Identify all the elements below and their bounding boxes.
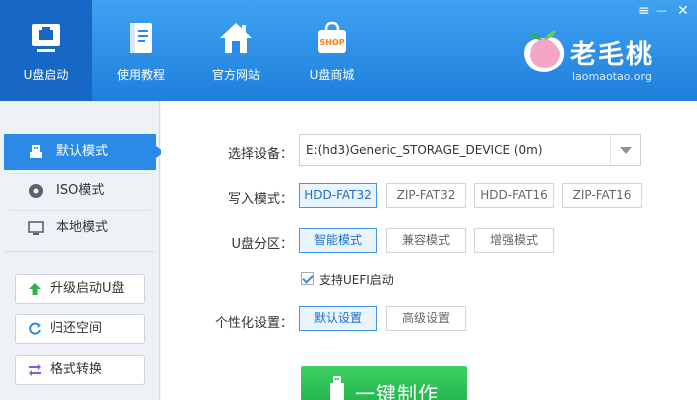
nav-label: U盘启动 <box>23 68 69 82</box>
main-panel: 选择设备： E:(hd3)Generic_STORAGE_DEVICE (0m)… <box>161 101 697 400</box>
brand-url: laomaotao.org <box>572 70 652 83</box>
usb-drive-icon <box>32 24 60 52</box>
convert-icon <box>29 364 41 376</box>
book-icon <box>130 23 152 53</box>
one-click-make-button[interactable]: 一键制作 <box>301 366 467 400</box>
device-value: E:(hd3)Generic_STORAGE_DEVICE (0m) <box>306 143 543 157</box>
mode-iso[interactable]: ISO模式 <box>4 173 156 209</box>
menu-icon[interactable]: ≡ <box>638 4 650 18</box>
partition-enhanced[interactable]: 增强模式 <box>474 228 554 253</box>
write-mode-label: 写入模式： <box>227 192 293 207</box>
mode-default[interactable]: 默认模式 <box>4 134 164 170</box>
minimize-icon[interactable]: — <box>656 4 667 18</box>
restore-space-button[interactable]: 归还空间 <box>15 314 145 344</box>
upgrade-arrow-icon <box>29 283 41 295</box>
close-icon[interactable]: ✕ <box>677 4 689 18</box>
monitor-icon <box>28 221 44 235</box>
refresh-icon <box>29 322 41 335</box>
shop-badge: SHOP <box>319 38 344 47</box>
device-select[interactable]: E:(hd3)Generic_STORAGE_DEVICE (0m) <box>299 134 641 166</box>
sidebar: 默认模式 ISO模式 本地模式 升级启动U盘 归还空间 格式转换 <box>0 101 164 400</box>
peach-logo-icon <box>524 30 565 72</box>
mode-label: 本地模式 <box>56 220 109 235</box>
home-icon <box>220 23 252 53</box>
nav-website[interactable]: 官方网站 <box>190 0 282 101</box>
partition-smart[interactable]: 智能模式 <box>299 228 377 253</box>
nav-shop[interactable]: SHOP U盘商城 <box>286 0 378 101</box>
device-label: 选择设备： <box>227 147 293 162</box>
mode-local[interactable]: 本地模式 <box>4 210 156 246</box>
upgrade-usb-button[interactable]: 升级启动U盘 <box>15 274 145 304</box>
chevron-down-icon[interactable] <box>610 135 640 165</box>
write-mode-hdd-fat32[interactable]: HDD-FAT32 <box>299 183 377 208</box>
usb-small-icon <box>30 145 42 158</box>
personalize-label: 个性化设置： <box>214 316 293 331</box>
tool-label: 归还空间 <box>50 321 103 336</box>
write-mode-zip-fat16[interactable]: ZIP-FAT16 <box>562 183 642 208</box>
tool-label: 升级启动U盘 <box>50 281 125 296</box>
format-convert-button[interactable]: 格式转换 <box>15 355 145 385</box>
write-mode-hdd-fat16[interactable]: HDD-FAT16 <box>474 183 554 208</box>
nav-label: 使用教程 <box>116 68 165 82</box>
top-header: U盘启动 使用教程 官方网站 SHOP U盘商城 ≡ — ✕ 老毛桃 laoma… <box>0 0 697 101</box>
settings-advanced[interactable]: 高级设置 <box>386 306 466 331</box>
uefi-label: 支持UEFI启动 <box>319 273 394 287</box>
uefi-checkbox[interactable] <box>301 272 314 285</box>
brand-name: 老毛桃 <box>570 40 655 70</box>
mode-label: 默认模式 <box>56 144 109 159</box>
partition-compatible[interactable]: 兼容模式 <box>386 228 466 253</box>
usb-plug-icon <box>330 376 344 400</box>
disc-icon <box>29 184 43 198</box>
make-label: 一键制作 <box>355 382 439 400</box>
shop-bag-icon: SHOP <box>318 21 346 53</box>
write-mode-zip-fat32[interactable]: ZIP-FAT32 <box>386 183 466 208</box>
nav-tutorial[interactable]: 使用教程 <box>95 0 187 101</box>
nav-usb-boot[interactable]: U盘启动 <box>0 0 92 101</box>
nav-label: U盘商城 <box>309 68 355 82</box>
brand-logo: 老毛桃 laomaotao.org <box>520 24 680 86</box>
nav-label: 官方网站 <box>211 68 260 82</box>
mode-label: ISO模式 <box>56 183 105 198</box>
settings-default[interactable]: 默认设置 <box>299 306 377 331</box>
partition-label: U盘分区： <box>231 237 293 252</box>
divider <box>5 251 155 252</box>
tool-label: 格式转换 <box>50 362 103 377</box>
